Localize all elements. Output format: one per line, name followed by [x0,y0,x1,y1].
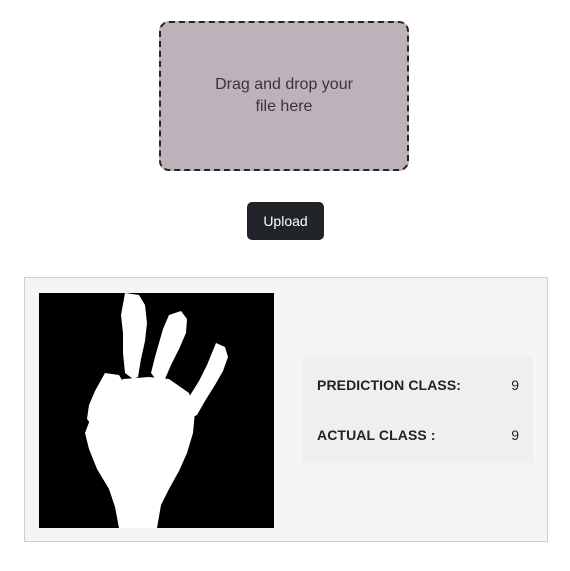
actual-class-label: ACTUAL CLASS : [317,427,436,443]
upload-button[interactable]: Upload [247,202,324,240]
hand-gesture-image [39,293,274,528]
prediction-row: PREDICTION CLASS: 9 [317,375,519,395]
class-info-panel: PREDICTION CLASS: 9 ACTUAL CLASS : 9 [302,357,533,463]
result-card: PREDICTION CLASS: 9 ACTUAL CLASS : 9 [24,277,548,542]
file-dropzone[interactable]: Drag and drop your file here [159,21,409,171]
dropzone-text: Drag and drop your file here [215,76,353,115]
actual-class-value: 9 [511,427,519,443]
actual-row: ACTUAL CLASS : 9 [317,425,519,445]
prediction-class-value: 9 [511,377,519,393]
prediction-class-label: PREDICTION CLASS: [317,377,462,393]
